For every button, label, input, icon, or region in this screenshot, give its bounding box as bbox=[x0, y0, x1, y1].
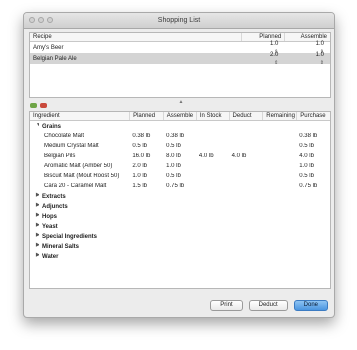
ingredient-row[interactable]: Chocolate Malt 0.38 lb 0.38 lb 0.38 lb bbox=[30, 131, 330, 141]
column-header-planned[interactable]: Planned bbox=[129, 112, 163, 120]
ingredient-purchase: 0.5 lb bbox=[299, 173, 314, 179]
column-header-ingredient[interactable]: Ingredient bbox=[30, 112, 129, 120]
remove-recipe-button[interactable] bbox=[40, 103, 47, 108]
group-label: ▶Special Ingredients bbox=[30, 232, 130, 240]
group-name: Adjuncts bbox=[42, 204, 68, 210]
group-row[interactable]: ▶Adjuncts bbox=[30, 201, 330, 211]
recipe-table: Recipe Planned Assemble Amy's Beer 1.0 ⇕ 1.… bbox=[29, 32, 331, 98]
column-header-deduct[interactable]: Deduct bbox=[228, 112, 263, 120]
ingredient-row[interactable]: Biscuit Malt (Mout Roost 50) 1.0 lb 0.5 lb… bbox=[30, 171, 330, 181]
ingredient-row[interactable]: Belgian Pils 16.0 lb 8.0 lb 4.0 lb 4.0 lb 4.0… bbox=[30, 151, 330, 161]
ingredient-purchase: 4.0 lb bbox=[299, 153, 314, 159]
recipe-rows: Amy's Beer 1.0 ⇕ 1.0 ⇕ Belgian Pale Ale 2.0 ⇕ 1.… bbox=[30, 40, 330, 66]
ingredient-row[interactable]: Aromatic Malt (Amber 50) 2.0 lb 1.0 lb 1.0 … bbox=[30, 161, 330, 171]
title-bar: Shopping List bbox=[24, 13, 334, 29]
group-name: Water bbox=[42, 254, 59, 260]
group-row[interactable]: ▶Special Ingredients bbox=[30, 231, 330, 241]
group-label: ▶Adjuncts bbox=[30, 202, 130, 210]
stepper-icon[interactable]: ⇕ bbox=[246, 59, 282, 67]
ingredient-planned: 1.5 lb bbox=[132, 183, 148, 189]
ingredient-name: Belgian Pils bbox=[44, 153, 76, 159]
group-name: Special Ingredients bbox=[42, 234, 98, 240]
splitter-handle-icon[interactable]: ▲ bbox=[174, 99, 188, 105]
recipe-row[interactable]: Belgian Pale Ale 2.0 ⇕ 1.0 ⇕ bbox=[30, 52, 330, 66]
group-label: ▶Yeast bbox=[30, 222, 130, 230]
dialog-buttons: Print Deduct Done bbox=[210, 300, 328, 311]
group-label: ▶Water bbox=[30, 252, 130, 260]
ingredient-assemble: 1.0 lb bbox=[166, 163, 181, 169]
ingredient-planned: 0.38 lb bbox=[132, 133, 151, 139]
group-label: ▶Mineral Salts bbox=[30, 242, 130, 250]
ingredient-assemble: 0.5 lb bbox=[166, 143, 181, 149]
done-button[interactable]: Done bbox=[293, 300, 328, 311]
assemble-value: 1.0 bbox=[315, 40, 324, 47]
planned-stepper-field[interactable]: 2.0 ⇕ bbox=[241, 50, 285, 68]
column-header-assemble[interactable]: Assemble bbox=[162, 112, 196, 120]
ingredient-row[interactable]: Medium Crystal Malt 0.5 lb 0.5 lb 0.5 lb bbox=[30, 141, 330, 151]
ingredient-planned: 16.0 lb bbox=[132, 153, 151, 159]
assemble-value: 1.0 bbox=[315, 51, 324, 58]
planned-value: 1.0 bbox=[269, 40, 279, 47]
group-name: Grains bbox=[42, 124, 62, 130]
ingredient-in-stock: 4.0 lb bbox=[198, 153, 214, 159]
ingredient-purchase: 0.5 lb bbox=[299, 143, 314, 149]
group-row[interactable]: ▶Mineral Salts bbox=[30, 241, 330, 251]
group-row[interactable]: ▶Hops bbox=[30, 211, 330, 221]
ingredient-name: Cara 20 - Caramel Malt bbox=[44, 183, 107, 189]
ingredient-planned: 1.0 lb bbox=[132, 173, 148, 179]
assemble-stepper-field[interactable]: 1.0 ⇕ bbox=[284, 50, 330, 68]
group-row[interactable]: ▶Extracts bbox=[30, 191, 330, 201]
ingredient-deduct: 4.0 lb bbox=[231, 153, 247, 159]
shopping-list-window: Shopping List Recipe Planned Assemble Am… bbox=[23, 12, 335, 318]
ingredient-assemble: 0.5 lb bbox=[166, 173, 181, 179]
ingredient-name: Aromatic Malt (Amber 50) bbox=[44, 163, 113, 169]
group-label: ▼Grains bbox=[30, 122, 130, 130]
ingredient-assemble: 0.38 lb bbox=[166, 133, 185, 139]
ingredient-name: Biscuit Malt (Mout Roost 50) bbox=[44, 173, 120, 179]
group-name: Hops bbox=[42, 214, 57, 220]
recipe-name: Belgian Pale Ale bbox=[33, 55, 77, 62]
ingredient-purchase: 1.0 lb bbox=[299, 163, 314, 169]
ingredient-planned: 0.5 lb bbox=[132, 143, 148, 149]
ingredient-assemble: 8.0 lb bbox=[166, 153, 181, 159]
ingredient-rows: ▼Grains Chocolate Malt 0.38 lb 0.38 lb 0.38 … bbox=[30, 121, 330, 261]
add-recipe-button[interactable] bbox=[30, 103, 37, 108]
recipe-name: Amy's Beer bbox=[33, 44, 64, 51]
deduct-button[interactable]: Deduct bbox=[248, 300, 288, 311]
column-header-remaining[interactable]: Remaining bbox=[262, 112, 296, 120]
group-row-grains[interactable]: ▼Grains bbox=[30, 121, 330, 131]
column-header-purchase[interactable]: Purchase bbox=[296, 112, 330, 120]
group-label: ▶Hops bbox=[30, 212, 130, 220]
group-name: Yeast bbox=[42, 224, 58, 230]
window-title: Shopping List bbox=[157, 17, 201, 24]
ingredient-purchase: 0.38 lb bbox=[299, 133, 318, 139]
ingredient-row[interactable]: Cara 20 - Caramel Malt 1.5 lb 0.75 lb 0.75 … bbox=[30, 181, 330, 191]
recipe-toolbar bbox=[30, 103, 47, 108]
ingredient-table: Ingredient Planned Assemble In Stock Ded… bbox=[29, 111, 331, 289]
column-header-recipe[interactable]: Recipe bbox=[30, 33, 241, 41]
group-name: Mineral Salts bbox=[42, 244, 80, 250]
group-label: ▶Extracts bbox=[30, 192, 130, 200]
ingredient-name: Medium Crystal Malt bbox=[44, 143, 99, 149]
group-row[interactable]: ▶Water bbox=[30, 251, 330, 261]
ingredient-table-header: Ingredient Planned Assemble In Stock Ded… bbox=[30, 112, 330, 121]
column-header-in-stock[interactable]: In Stock bbox=[195, 112, 229, 120]
ingredient-assemble: 0.75 lb bbox=[166, 183, 185, 189]
planned-value: 2.0 bbox=[269, 51, 279, 58]
ingredient-purchase: 0.75 lb bbox=[299, 183, 318, 189]
ingredient-name: Chocolate Malt bbox=[44, 133, 85, 139]
group-name: Extracts bbox=[42, 194, 66, 200]
print-button[interactable]: Print bbox=[210, 300, 243, 311]
stepper-icon[interactable]: ⇕ bbox=[289, 59, 327, 67]
ingredient-planned: 2.0 lb bbox=[132, 163, 148, 169]
group-row[interactable]: ▶Yeast bbox=[30, 221, 330, 231]
